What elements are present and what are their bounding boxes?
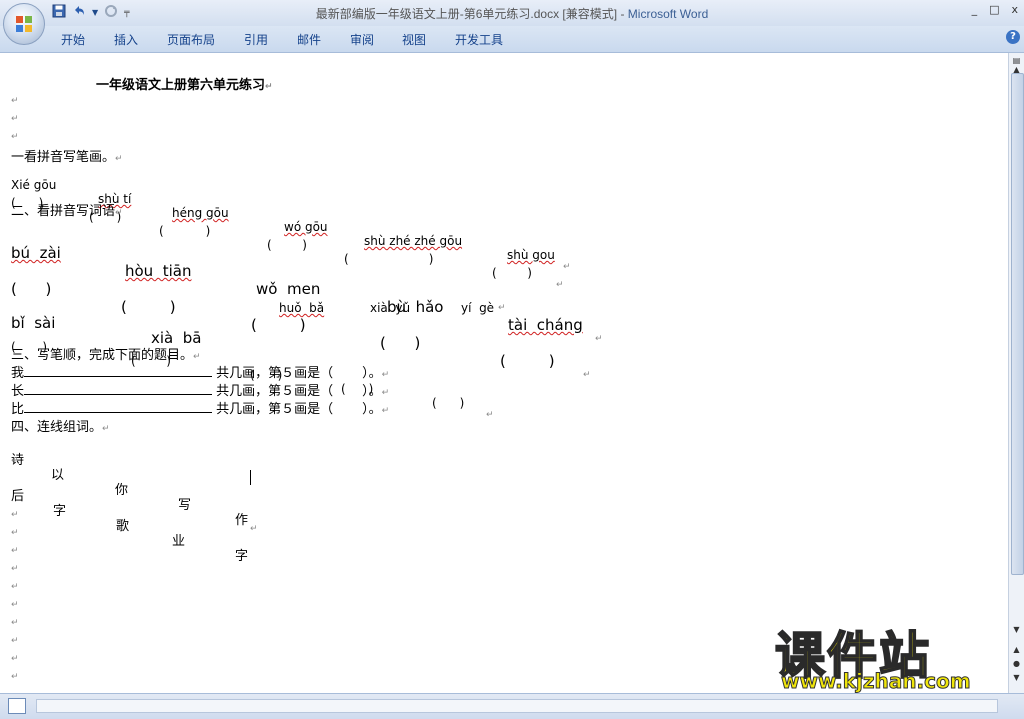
empty-paragraph: ↵ xyxy=(11,132,19,142)
answer-bracket[interactable]: ( ) xyxy=(432,396,464,410)
next-page-icon[interactable]: ▼ xyxy=(1011,673,1022,683)
question-text: 共几画，第５画是（ ）。 xyxy=(216,384,382,399)
tab-mailings[interactable]: 邮件 xyxy=(297,31,321,48)
empty-paragraph: ↵ xyxy=(11,582,19,592)
writing-line[interactable] xyxy=(24,400,213,413)
tab-developer[interactable]: 开发工具 xyxy=(455,31,503,48)
section2-pinyin-row2: bǐ sài xià bā huǒ bǎ xià yǔ yí gè ↵ xyxy=(11,301,506,347)
character: 比 xyxy=(11,402,25,417)
match-char: 作 xyxy=(235,513,249,528)
heading-text: 二、看拼音写词语 xyxy=(11,204,116,219)
scrollbar-thumb[interactable] xyxy=(1011,73,1024,575)
empty-paragraph: ↵ xyxy=(11,528,19,538)
section4-heading: 四、连线组词。↵ xyxy=(11,420,110,435)
empty-paragraph: ↵ xyxy=(11,114,19,124)
match-char: 字 xyxy=(53,504,67,519)
pinyin: huǒ bǎ xyxy=(279,301,325,315)
empty-paragraph: ↵ xyxy=(11,636,19,646)
stroke-order-row: 我 共几画，第５画是（ ）。↵ xyxy=(11,364,390,381)
horizontal-scroll-track[interactable] xyxy=(36,699,998,713)
watermark-logo: 课件站 www.kjzhan.com xyxy=(774,616,1005,696)
tab-home[interactable]: 开始 xyxy=(61,31,85,48)
document-page[interactable]: 一年级语文上册第六单元练习↵ ↵ ↵ ↵ 一看拼音写笔画。↵ Xié gōu s… xyxy=(0,53,1008,693)
pinyin: xià yǔ xyxy=(370,301,411,315)
empty-paragraph: ↵ xyxy=(11,510,19,520)
empty-paragraph: ↵ xyxy=(11,672,19,682)
match-char: 写 xyxy=(178,498,192,513)
empty-paragraph: ↵ xyxy=(11,600,19,610)
title-bar: ▼ ╤ 最新部编版一年级语文上册-第6单元练习.docx [兼容模式] - Mi… xyxy=(0,0,1024,26)
window-controls: _ □ x xyxy=(972,3,1018,16)
match-row-2: 后 字 歌 业 字 xyxy=(11,470,311,564)
match-char: 字 xyxy=(235,549,249,564)
section2-bracket-row2: ( ) ( ) ( ) ( ) ( ) ↵ xyxy=(11,340,494,420)
draft-view-icon[interactable] xyxy=(8,698,26,714)
match-row-1: 诗 以 你 写 作 ↵ xyxy=(11,434,311,534)
match-char: 歌 xyxy=(116,519,130,534)
pinyin: shù gou xyxy=(507,248,555,262)
document-title: 最新部编版一年级语文上册-第6单元练习.docx [兼容模式] - xyxy=(315,7,628,21)
stroke-order-row: 比 共几画，第５画是（ ）。↵ xyxy=(11,400,390,417)
ribbon-tabs: 开始 插入 页面布局 引用 邮件 审阅 视图 开发工具 ? xyxy=(0,26,1024,53)
office-logo-icon xyxy=(16,16,32,32)
section2-bracket-row1: ( ) ( ) ( ) ( ) ( ) ↵ xyxy=(11,280,591,380)
window-title: 最新部编版一年级语文上册-第6单元练习.docx [兼容模式] - Micros… xyxy=(0,5,1024,22)
empty-paragraph: ↵ xyxy=(11,546,19,556)
minimize-button[interactable]: _ xyxy=(972,3,978,16)
heading-text: 四、连线组词。 xyxy=(11,420,103,435)
tab-insert[interactable]: 插入 xyxy=(114,31,138,48)
pinyin: yí gè xyxy=(461,301,495,315)
match-char: 后 xyxy=(11,489,25,504)
empty-paragraph: ↵ xyxy=(11,564,19,574)
document-title-line: 一年级语文上册第六单元练习↵ xyxy=(96,78,273,93)
question-text: 共几画，第５画是（ ）。 xyxy=(216,402,382,417)
section2-pinyin-row1: bú zài hòu tiān wǒ men bù hǎo tài cháng … xyxy=(11,244,603,344)
section2-heading: 二、看拼音写词语↵ xyxy=(11,204,123,219)
office-button[interactable] xyxy=(3,3,45,45)
empty-paragraph: ↵ xyxy=(11,654,19,664)
question-text: 共几画，第５画是（ ）。 xyxy=(216,366,382,381)
tab-review[interactable]: 审阅 xyxy=(350,31,374,48)
vertical-scrollbar[interactable]: ▤ ▲ ▼ ▲ ● ▼ xyxy=(1008,53,1024,693)
close-button[interactable]: x xyxy=(1011,3,1018,16)
doc-title: 一年级语文上册第六单元练习 xyxy=(96,78,266,93)
match-char: 业 xyxy=(172,534,186,549)
tab-page-layout[interactable]: 页面布局 xyxy=(167,31,215,48)
text-cursor xyxy=(250,470,251,485)
scroll-down-arrow-icon[interactable]: ▼ xyxy=(1011,625,1022,635)
character: 我 xyxy=(11,366,25,381)
section1-pinyin-row: Xié gōu shù tí héng gōu wó gōu shù zhé z… xyxy=(11,178,571,272)
select-browse-object-icon[interactable]: ● xyxy=(1011,659,1022,669)
heading-text: 一看拼音写笔画。 xyxy=(11,150,116,165)
writing-line[interactable] xyxy=(24,382,213,395)
heading-text: 三、写笔顺，完成下面的题目。 xyxy=(11,348,194,363)
application-name: Microsoft Word xyxy=(627,7,709,21)
tab-view[interactable]: 视图 xyxy=(402,31,426,48)
empty-paragraph: ↵ xyxy=(11,456,19,466)
pinyin: héng gōu xyxy=(172,206,229,220)
answer-bracket[interactable]: ( ) xyxy=(11,280,51,298)
writing-line[interactable] xyxy=(24,364,213,377)
section3-heading: 三、写笔顺，完成下面的题目。↵ xyxy=(11,348,201,363)
horizontal-scrollbar[interactable] xyxy=(0,693,1024,719)
help-icon[interactable]: ? xyxy=(1006,30,1020,44)
empty-paragraph: ↵ xyxy=(11,618,19,628)
answer-bracket[interactable]: ( ) xyxy=(500,352,555,370)
previous-page-icon[interactable]: ▲ xyxy=(1011,645,1022,655)
character: 长 xyxy=(11,384,25,399)
section1-heading: 一看拼音写笔画。↵ xyxy=(11,150,123,165)
empty-paragraph: ↵ xyxy=(11,96,19,106)
section1-bracket-row: ( ) ( ) ( ) ( ) ( ) ( ) ↵ xyxy=(11,196,564,290)
watermark-url: www.kjzhan.com xyxy=(781,669,972,694)
tab-references[interactable]: 引用 xyxy=(244,31,268,48)
restore-button[interactable]: □ xyxy=(989,3,999,16)
stroke-order-row: 长 共几画，第５画是（ ）。↵ xyxy=(11,382,390,399)
pinyin: bú zài xyxy=(11,244,61,262)
